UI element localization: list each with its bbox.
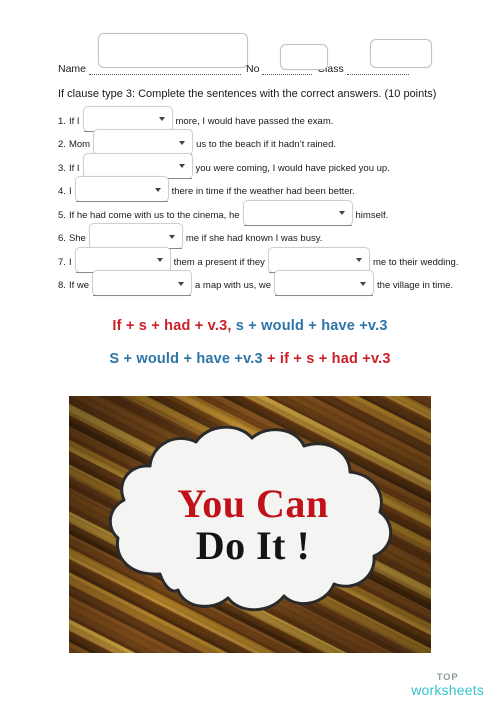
exercise-number: 4. bbox=[58, 186, 66, 197]
exercise-number: 6. bbox=[58, 233, 66, 244]
exercise-number: 3. bbox=[58, 162, 66, 174]
cloud-text-block: You Can Do It ! bbox=[100, 426, 400, 624]
formula-block: If + s + had + v.3, s + would + have +v.… bbox=[0, 318, 500, 384]
exercise-text-after: me to their wedding. bbox=[372, 256, 459, 268]
name-label: Name bbox=[58, 63, 87, 75]
motivational-image: You Can Do It ! bbox=[69, 396, 431, 653]
answer-dropdown[interactable] bbox=[82, 152, 193, 179]
exercise-text-middle: more, I would have passed the exam. bbox=[175, 115, 334, 127]
exercise-row: 1. If I more, I would have passed the exam… bbox=[58, 105, 458, 132]
name-input[interactable] bbox=[98, 33, 248, 68]
instruction-text: If clause type 3: Complete the sentences… bbox=[58, 88, 437, 100]
cloud-text-line-2: Do It ! bbox=[195, 522, 311, 568]
formula-line-1: If + s + had + v.3, s + would + have +v.… bbox=[0, 318, 500, 334]
answer-dropdown[interactable] bbox=[74, 246, 171, 273]
dropdown-underline bbox=[93, 295, 191, 296]
formula-2-result: S + would + have +v.3 bbox=[109, 351, 263, 367]
exercise-text-before: I bbox=[68, 256, 72, 268]
exercise-row: 8. If we a map with us, we the village in t… bbox=[58, 270, 458, 296]
exercise-text-middle: us to the beach if it hadn’t rained. bbox=[196, 139, 337, 150]
answer-dropdown[interactable] bbox=[242, 199, 353, 226]
exercise-text-middle: a map with us, we bbox=[195, 280, 272, 291]
exercise-text-before: I bbox=[68, 186, 72, 197]
exercise-text-before: If we bbox=[68, 280, 89, 291]
formula-line-2: S + would + have +v.3 + if + s + had +v.… bbox=[0, 351, 500, 367]
class-input[interactable] bbox=[370, 39, 432, 68]
answer-dropdown[interactable] bbox=[88, 223, 183, 249]
exercise-row: 2. Mom us to the beach if it hadn’t rained… bbox=[58, 129, 458, 155]
exercise-number: 7. bbox=[58, 256, 66, 268]
exercise-row: 7. Ithem a present if they me to their wed… bbox=[58, 246, 458, 273]
answer-dropdown[interactable] bbox=[274, 270, 375, 296]
answer-dropdown[interactable] bbox=[267, 246, 370, 273]
watermark-bottom-text: worksheets bbox=[411, 682, 484, 699]
answer-dropdown[interactable] bbox=[92, 270, 192, 296]
exercise-list: 1. If I more, I would have passed the exam… bbox=[58, 105, 458, 296]
answer-dropdown[interactable] bbox=[82, 105, 173, 132]
dropdown-underline bbox=[275, 295, 374, 296]
exercise-text-before: If I bbox=[68, 115, 80, 127]
cloud-sign: You Can Do It ! bbox=[100, 425, 400, 624]
exercise-text-middle: you were coming, I would have picked you… bbox=[195, 162, 390, 174]
answer-dropdown[interactable] bbox=[74, 176, 169, 202]
exercise-text-middle: himself. bbox=[355, 209, 389, 221]
exercise-row: 3. If Iyou were coming, I would have pick… bbox=[58, 152, 458, 179]
formula-1-condition: If + s + had + v.3, bbox=[112, 318, 232, 334]
exercise-text-after: the village in time. bbox=[377, 280, 454, 291]
cloud-text-line-1: You Can bbox=[177, 480, 329, 526]
exercise-number: 2. bbox=[58, 139, 66, 150]
exercise-number: 1. bbox=[58, 115, 66, 127]
exercise-number: 5. bbox=[58, 209, 66, 221]
site-watermark: TOP worksheets bbox=[411, 673, 484, 698]
exercise-number: 8. bbox=[58, 280, 66, 291]
formula-1-result: s + would + have +v.3 bbox=[235, 318, 388, 334]
exercise-row: 4. Ithere in time if the weather had been… bbox=[58, 176, 458, 202]
exercise-row: 5. If he had come with us to the cinema, … bbox=[58, 199, 458, 226]
student-identity-header: Name No Class bbox=[58, 33, 446, 75]
answer-dropdown[interactable] bbox=[93, 129, 194, 155]
exercise-row: 6. She me if she had known I was busy. bbox=[58, 223, 458, 249]
no-input[interactable] bbox=[280, 44, 328, 70]
formula-2-condition: + if + s + had +v.3 bbox=[267, 351, 391, 367]
